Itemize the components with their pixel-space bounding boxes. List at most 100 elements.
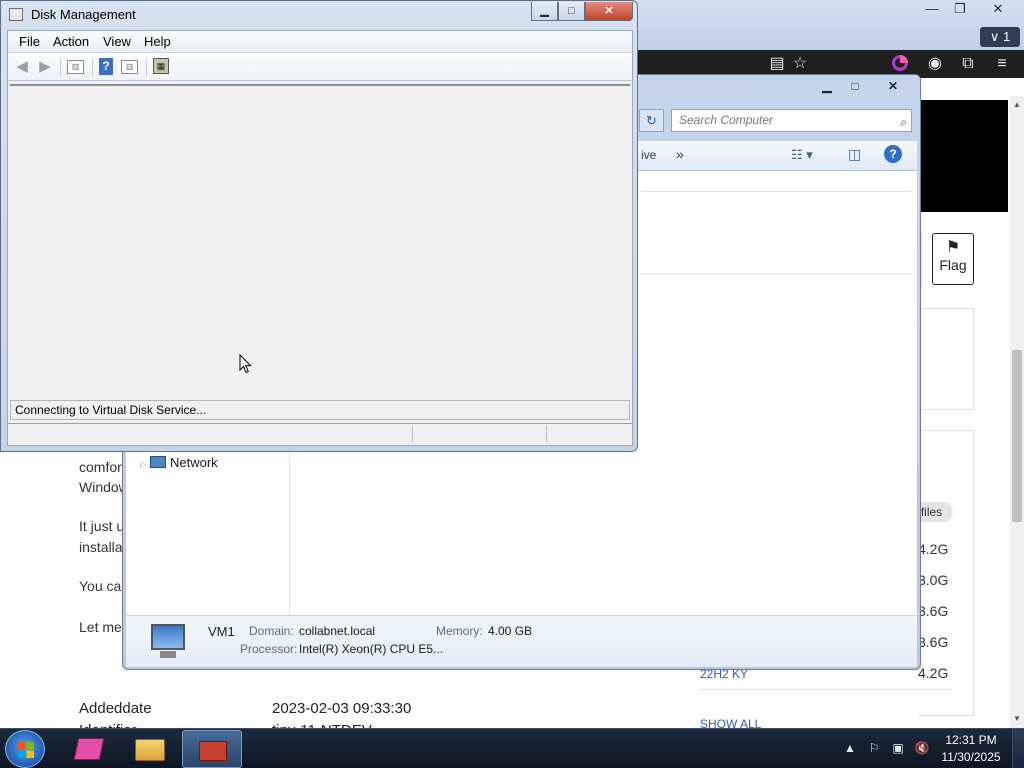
- divider: [700, 689, 952, 690]
- disk-management-window: Disk Management ▁ □ ✕ File Action View H…: [0, 0, 638, 452]
- status-bar: [8, 423, 632, 445]
- menu-view[interactable]: View: [103, 34, 131, 49]
- refresh-icon[interactable]: ↻: [639, 109, 664, 132]
- details-pane: VM1 Domain: collabnet.local Memory: 4.00…: [126, 615, 917, 667]
- help-icon[interactable]: ?: [99, 58, 113, 75]
- show-hidden-icons-icon[interactable]: ▲: [842, 741, 858, 755]
- file-size: 3.6G: [918, 603, 949, 619]
- domain-value: collabnet.local: [299, 624, 376, 638]
- explorer-maximize-button[interactable]: □: [841, 77, 869, 95]
- windows-explorer-icon: [135, 739, 165, 761]
- menu-file[interactable]: File: [19, 34, 40, 49]
- more-commands-button[interactable]: »: [676, 146, 684, 162]
- processor-value: Intel(R) Xeon(R) CPU E5...: [299, 642, 444, 656]
- file-size: 3.6G: [918, 634, 949, 650]
- browser-maximize-button[interactable]: ❐: [942, 0, 978, 20]
- status-panel: Connecting to Virtual Disk Service...: [10, 400, 630, 420]
- help-icon[interactable]: ?: [884, 145, 902, 163]
- back-arrow-icon[interactable]: ◀: [13, 58, 31, 75]
- minimize-button[interactable]: ▁: [531, 2, 558, 21]
- star-icon[interactable]: ☆: [789, 54, 811, 74]
- flag-label: Flag: [939, 257, 967, 273]
- close-button[interactable]: ✕: [585, 2, 633, 21]
- dark-panel: [910, 100, 1008, 212]
- file-size: 3.0G: [918, 572, 949, 588]
- content-divider: [641, 273, 911, 274]
- flag-button[interactable]: ⚑ Flag: [932, 233, 974, 285]
- command-item[interactable]: ive: [641, 148, 656, 162]
- mouse-cursor-icon: [239, 354, 252, 374]
- taskbar: ▲ ⚐ ▣ 🔇 12:31 PM 11/30/2025: [0, 728, 1024, 768]
- mmc-client-area: File Action View Help ◀ ▶ ▥ ? ▥ ▦ Connec…: [7, 30, 633, 446]
- browser-close-button[interactable]: ✕: [980, 0, 1016, 20]
- system-tray: ▲ ⚐ ▣ 🔇 12:31 PM 11/30/2025: [840, 729, 1024, 768]
- action-pane-icon[interactable]: ▥: [121, 60, 138, 74]
- clock-time[interactable]: 12:31 PM: [935, 733, 1007, 747]
- metadata-value: 2023-02-03 09:33:30: [272, 700, 412, 717]
- search-placeholder: Search Computer: [679, 113, 774, 127]
- explorer-close-button[interactable]: ✕: [878, 77, 908, 95]
- account-icon[interactable]: ◉: [924, 54, 946, 74]
- page-text: comfor: [79, 459, 122, 475]
- app-pink-icon: [73, 738, 105, 760]
- taskbar-app-pink[interactable]: [58, 730, 118, 768]
- volume-muted-icon[interactable]: 🔇: [914, 741, 930, 755]
- action-center-icon[interactable]: ⚐: [866, 741, 882, 755]
- scroll-up-icon[interactable]: ▲: [1010, 98, 1024, 112]
- toolbar: ◀ ▶ ▥ ? ▥ ▦: [8, 53, 632, 81]
- taskbar-app-computer-management[interactable]: [182, 730, 242, 768]
- change-view-icon[interactable]: ☷ ▾: [791, 147, 813, 163]
- toolbar-separator: [146, 58, 147, 76]
- memory-label: Memory:: [436, 624, 483, 638]
- network-icon[interactable]: ▣: [890, 741, 906, 755]
- right-card: [918, 308, 974, 410]
- page-text: It just u: [79, 518, 125, 534]
- maximize-button[interactable]: □: [558, 2, 585, 21]
- toolbar-separator: [92, 58, 93, 76]
- menu-icon[interactable]: ≡: [991, 54, 1013, 74]
- content-divider: [641, 191, 911, 192]
- status-bar-divider: [412, 426, 413, 442]
- expand-icon[interactable]: ▷: [140, 460, 150, 469]
- extensions-icon[interactable]: ⧉: [957, 54, 979, 74]
- taskbar-app-explorer[interactable]: [120, 730, 180, 768]
- nav-item-label: Network: [170, 455, 218, 470]
- scroll-down-icon[interactable]: ▼: [1010, 712, 1024, 726]
- page-text: installa: [79, 539, 123, 555]
- clock-date[interactable]: 11/30/2025: [935, 750, 1007, 764]
- nav-item-network[interactable]: ▷ Network: [140, 455, 218, 470]
- menu-bar: File Action View Help: [8, 31, 632, 53]
- reader-icon[interactable]: ▤: [766, 54, 788, 74]
- disk-management-icon: [9, 8, 23, 21]
- tab-count-button[interactable]: ∨ 1: [980, 27, 1020, 47]
- network-icon: [150, 456, 166, 468]
- menu-help[interactable]: Help: [144, 34, 171, 49]
- file-size: 4.2G: [918, 665, 949, 681]
- color-icon[interactable]: [889, 54, 911, 74]
- search-input[interactable]: Search Computer ⌕: [671, 109, 912, 132]
- preview-pane-icon[interactable]: ◫: [848, 146, 861, 163]
- tab-count-value: 1: [1002, 29, 1011, 44]
- windows-logo-icon: [18, 742, 34, 758]
- page-text: You ca: [79, 578, 122, 594]
- show-desktop-button[interactable]: [1012, 729, 1024, 768]
- page-text: Let me: [79, 619, 122, 635]
- scroll-thumb[interactable]: [1012, 350, 1022, 522]
- status-bar-divider: [546, 426, 547, 442]
- search-icon[interactable]: ⌕: [900, 112, 907, 133]
- chevron-down-icon: ∨: [989, 29, 1000, 44]
- properties-icon[interactable]: ▦: [153, 58, 169, 74]
- console-tree-icon[interactable]: ▥: [67, 60, 84, 74]
- forward-arrow-icon[interactable]: ▶: [36, 58, 54, 75]
- memory-value: 4.00 GB: [488, 624, 533, 638]
- flag-icon: ⚑: [945, 239, 961, 256]
- metadata-key: Addeddate: [79, 700, 152, 717]
- computer-icon: [146, 622, 190, 660]
- computer-management-icon: [199, 741, 227, 761]
- window-title: Disk Management: [31, 7, 136, 22]
- domain-label: Domain:: [249, 624, 294, 638]
- browser-scrollbar[interactable]: ▲ ▼: [1010, 96, 1024, 728]
- start-button[interactable]: [5, 730, 45, 768]
- menu-action[interactable]: Action: [53, 34, 89, 49]
- explorer-minimize-button[interactable]: ▁: [813, 77, 841, 95]
